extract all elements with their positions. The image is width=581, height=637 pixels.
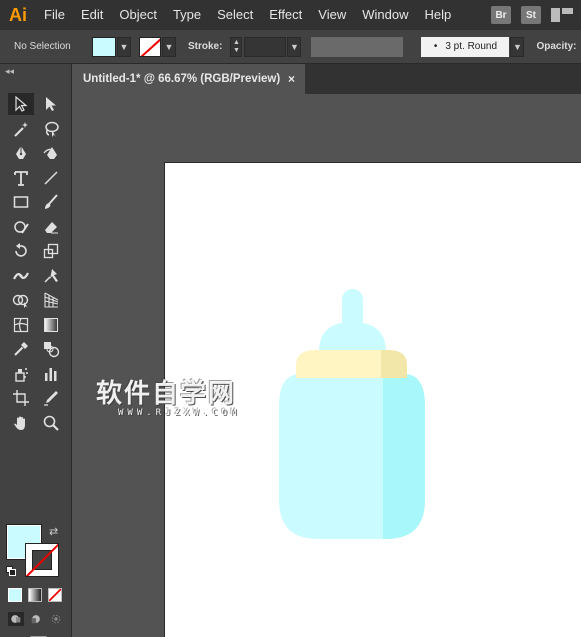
bottle-body-left[interactable] [279,374,383,539]
baby-bottle-artwork[interactable] [0,0,581,637]
bottle-collar-shade [381,350,407,378]
watermark: 软件自学网 WWW.RJZXW.COM [96,380,246,418]
watermark-title: 软件自学网 [96,379,237,409]
nipple-base[interactable] [319,322,386,352]
watermark-url: WWW.RJZXW.COM [118,408,241,418]
bottle-group[interactable] [279,289,425,539]
bottle-body-right[interactable] [383,374,425,539]
